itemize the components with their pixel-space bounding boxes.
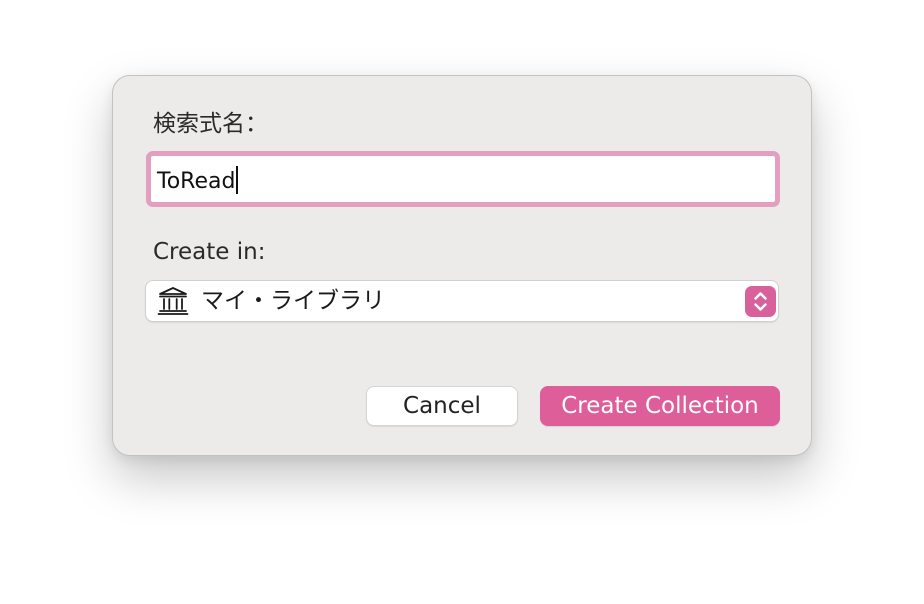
create-collection-button[interactable]: Create Collection [540,386,780,426]
popup-stepper[interactable] [745,286,776,317]
create-in-label: Create in: [153,239,266,265]
search-name-value: ToRead [157,166,239,196]
library-building-icon [157,287,189,315]
new-saved-search-dialog: 検索式名： ToRead Create in: マイ・ライブラリ Cancel … [112,75,812,456]
cancel-button[interactable]: Cancel [366,386,518,426]
search-name-field[interactable]: ToRead [146,151,780,207]
create-in-popup[interactable]: マイ・ライブラリ [145,280,779,322]
text-caret [236,166,239,194]
up-down-chevrons-icon [754,292,767,311]
search-name-text: ToRead [157,169,236,194]
search-name-label: 検索式名： [153,111,268,137]
create-in-selected-value: マイ・ライブラリ [201,288,385,314]
